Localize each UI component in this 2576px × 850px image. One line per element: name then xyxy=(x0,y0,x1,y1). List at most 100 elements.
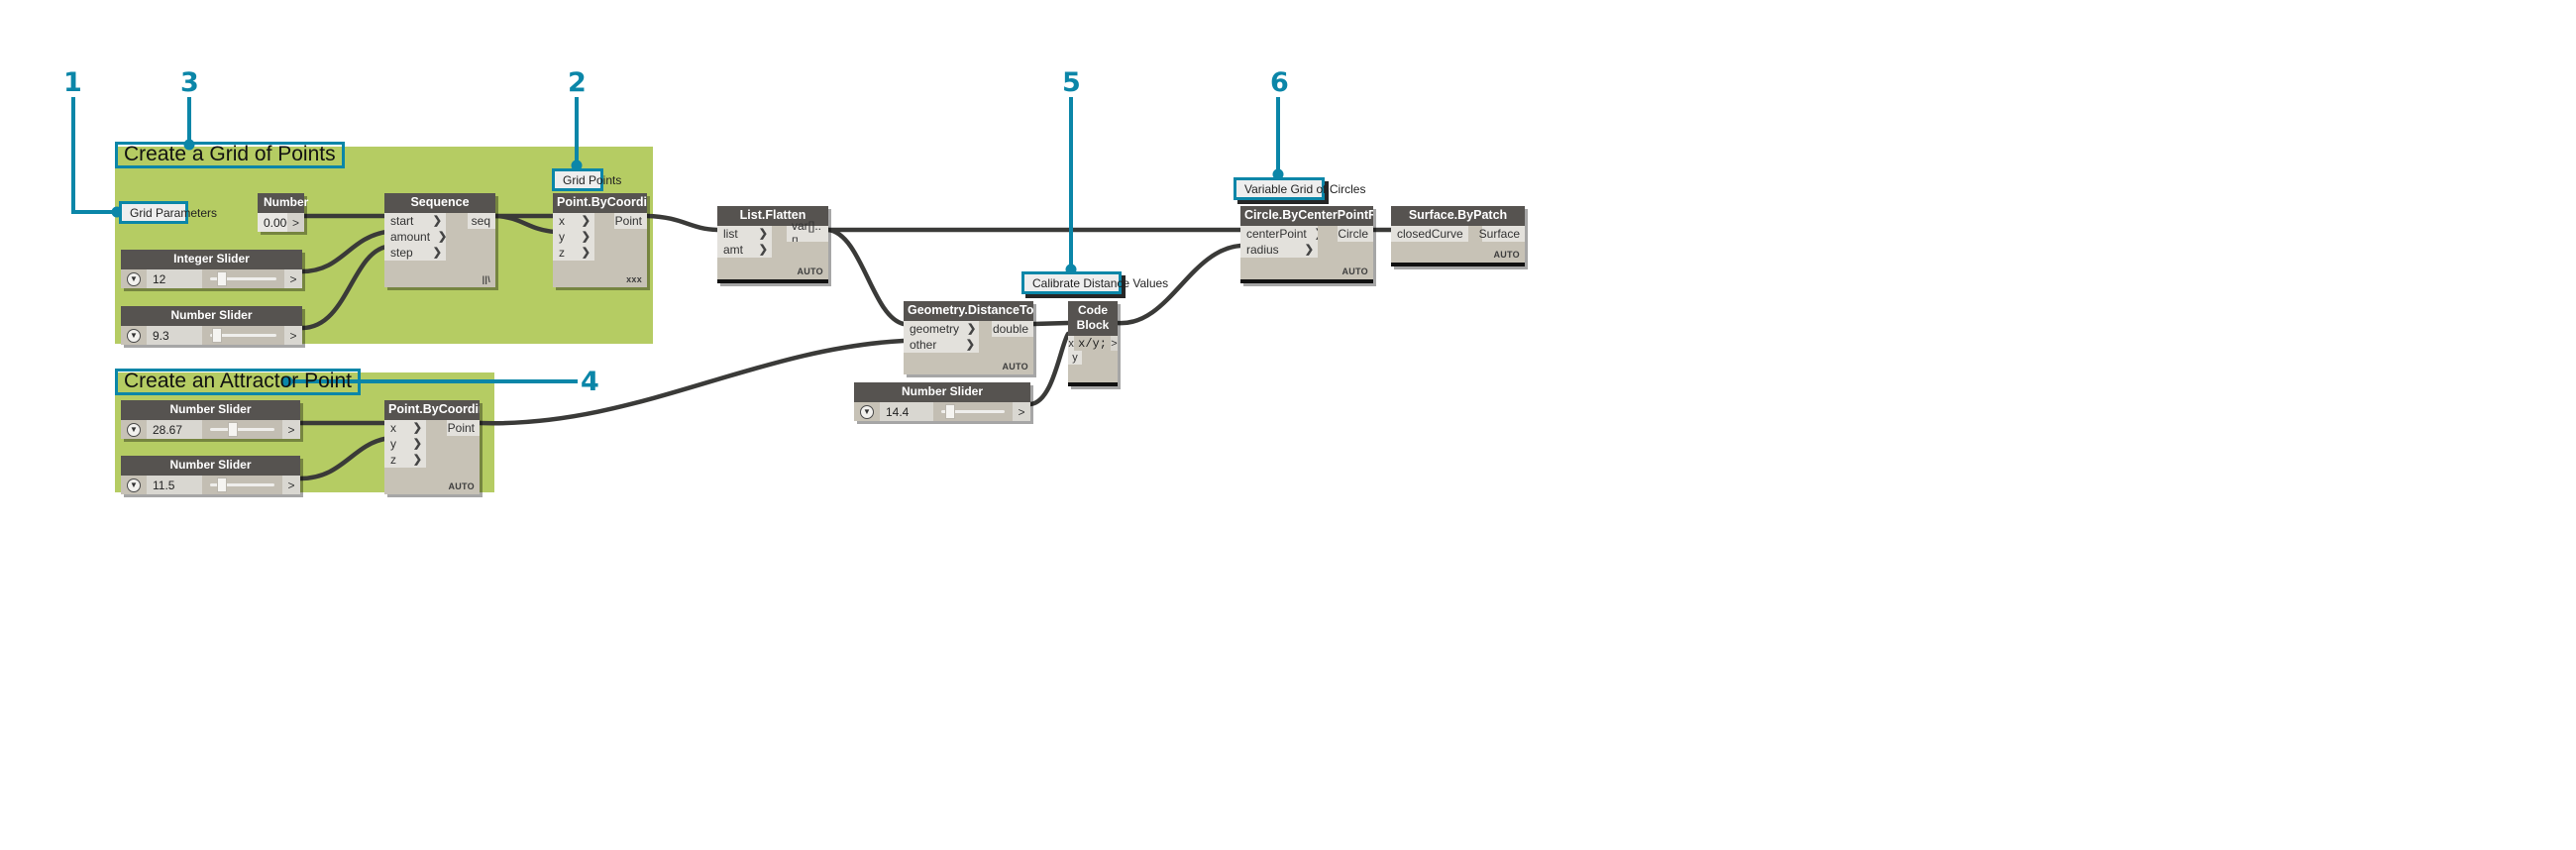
sequence-input-step[interactable]: step ❯ xyxy=(384,245,446,261)
number-slider-attr-x-thumb[interactable] xyxy=(227,422,238,437)
list-flatten-input-list[interactable]: list ❯ xyxy=(717,226,772,242)
code-block-selection-bar xyxy=(1068,382,1118,386)
integer-slider-output-port[interactable]: > xyxy=(284,269,302,288)
sequence-input-start-label: start xyxy=(390,214,414,228)
number-slider-grid-expand-button[interactable]: ▼ xyxy=(121,326,147,345)
sequence-input-amount[interactable]: amount ❯ xyxy=(384,229,447,245)
sequence-output-seq[interactable]: seq xyxy=(468,213,495,229)
number-slider-grid-output-port[interactable]: > xyxy=(284,326,302,345)
circle-input-centerpoint[interactable]: centerPoint❯ xyxy=(1240,226,1324,242)
node-point-bycoordinates-attractor[interactable]: Point.ByCoordinates x❯ Point y❯ z❯ xyxy=(384,400,480,494)
point-grid-input-y[interactable]: y ❯ xyxy=(553,229,594,245)
sequence-input-start[interactable]: start ❯ xyxy=(384,213,446,229)
circle-mid xyxy=(1318,226,1338,242)
number-slider-attr-y-thumb[interactable] xyxy=(216,478,227,492)
chevron-right-icon: ❯ xyxy=(432,215,442,227)
number-slider-calibrate-track[interactable] xyxy=(933,402,1013,421)
sequence-lacing-indicator[interactable]: ||\ xyxy=(384,272,495,287)
note-calibrate-distance-values[interactable]: Calibrate Distance Values xyxy=(1021,271,1168,294)
node-number-output-port[interactable]: > xyxy=(287,213,304,232)
circle-lacing-indicator[interactable]: AUTO xyxy=(1240,265,1373,279)
node-number-slider-calibrate[interactable]: Number Slider ▼ 14.4 > xyxy=(854,382,1030,421)
surface-output-surface[interactable]: Surface xyxy=(1479,226,1525,242)
number-slider-attr-x-track[interactable] xyxy=(202,420,282,439)
circle-input-radius[interactable]: radius ❯ xyxy=(1240,242,1318,258)
chevron-down-icon: ▼ xyxy=(127,478,141,492)
integer-slider-thumb[interactable] xyxy=(216,271,227,286)
sequence-input-step-label: step xyxy=(390,246,413,260)
point-attr-input-x-label: x xyxy=(390,421,396,435)
point-attr-input-z[interactable]: z ❯ xyxy=(384,452,426,468)
chevron-right-icon: ❯ xyxy=(412,422,422,434)
list-flatten-output-var[interactable]: var[]..[] xyxy=(787,219,828,249)
list-flatten-lacing-indicator[interactable]: AUTO xyxy=(717,265,828,279)
point-attr-output-point[interactable]: Point xyxy=(447,420,480,436)
dynamo-canvas[interactable]: 1 3 2 5 6 4 Create a Grid of Points Crea… xyxy=(0,0,2576,850)
number-slider-calibrate-value[interactable]: 14.4 xyxy=(880,402,933,421)
list-flatten-input-amt[interactable]: amt ❯ xyxy=(717,242,772,258)
node-surface-bypatch[interactable]: Surface.ByPatch closedCurve❯ Surface AUT… xyxy=(1391,206,1525,266)
number-slider-attr-y-output-port[interactable]: > xyxy=(282,476,300,494)
chevron-right-icon: ❯ xyxy=(581,247,590,259)
note-grid-points[interactable]: Grid Points xyxy=(552,168,621,191)
note-grid-parameters[interactable]: Grid Parameters xyxy=(119,201,217,224)
point-attr-input-y-label: y xyxy=(390,437,396,451)
geometry-distanceto-mid xyxy=(979,321,992,337)
geometry-distanceto-output-double[interactable]: double xyxy=(992,321,1033,337)
node-geometry-distanceto[interactable]: Geometry.DistanceTo geometry ❯ double oth… xyxy=(904,301,1033,374)
point-attr-input-y[interactable]: y ❯ xyxy=(384,436,426,452)
geometry-distanceto-lacing-indicator[interactable]: AUTO xyxy=(904,360,1033,374)
geometry-distanceto-input-other[interactable]: other ❯ xyxy=(904,337,979,353)
node-integer-slider[interactable]: Integer Slider ▼ 12 > xyxy=(121,250,302,288)
point-attr-lacing-indicator[interactable]: AUTO xyxy=(384,479,480,494)
integer-slider-value[interactable]: 12 xyxy=(147,269,202,288)
circle-selection-bar xyxy=(1240,279,1373,283)
node-number-slider-attractor-x[interactable]: Number Slider ▼ 28.67 > xyxy=(121,400,300,439)
number-slider-attr-x-value[interactable]: 28.67 xyxy=(147,420,202,439)
node-number-value[interactable]: 0.000 xyxy=(258,213,293,232)
point-bycoordinates-attr-title: Point.ByCoordinates xyxy=(384,400,480,420)
chevron-right-icon: ❯ xyxy=(581,215,590,227)
point-grid-lacing-indicator[interactable]: xxx xyxy=(553,272,647,287)
integer-slider-track[interactable] xyxy=(202,269,284,288)
sequence-mid xyxy=(446,213,468,229)
number-slider-grid-thumb[interactable] xyxy=(211,328,222,343)
note-variable-grid-of-circles[interactable]: Variable Grid of Circles xyxy=(1234,177,1365,200)
point-grid-output-point[interactable]: Point xyxy=(614,213,647,229)
code-block-filler xyxy=(1082,351,1118,365)
node-sequence[interactable]: Sequence start ❯ seq amount ❯ step ❯ ||\ xyxy=(384,193,495,287)
surface-input-closedcurve-label: closedCurve xyxy=(1397,227,1463,241)
number-slider-grid-value[interactable]: 9.3 xyxy=(147,326,202,345)
integer-slider-expand-button[interactable]: ▼ xyxy=(121,269,147,288)
number-slider-grid-track[interactable] xyxy=(202,326,284,345)
code-block-code-editor[interactable]: x/y; xyxy=(1074,336,1111,351)
circle-output-circle[interactable]: Circle xyxy=(1338,226,1373,242)
node-point-bycoordinates-grid[interactable]: Point.ByCoordinates x❯ Point y❯ z❯ xyxy=(553,193,647,287)
surface-lacing-indicator[interactable]: AUTO xyxy=(1391,248,1525,263)
node-list-flatten[interactable]: List.Flatten list❯ var[]..[] amt❯ AUTO xyxy=(717,206,828,283)
node-number-slider-attractor-y[interactable]: Number Slider ▼ 11.5 > xyxy=(121,456,300,494)
group-title-create-attractor-point[interactable]: Create an Attractor Point xyxy=(115,369,361,395)
node-code-block[interactable]: Code Block x x/y; > y xyxy=(1068,301,1118,386)
point-attr-input-x[interactable]: x ❯ xyxy=(384,420,426,436)
number-slider-attr-y-value[interactable]: 11.5 xyxy=(147,476,202,494)
point-grid-input-x[interactable]: x ❯ xyxy=(553,213,594,229)
point-grid-input-z[interactable]: z ❯ xyxy=(553,245,594,261)
number-slider-attr-x-expand-button[interactable]: ▼ xyxy=(121,420,147,439)
number-slider-calibrate-thumb[interactable] xyxy=(945,404,955,419)
number-slider-attr-y-track[interactable] xyxy=(202,476,282,494)
chevron-right-icon: ❯ xyxy=(1304,244,1314,256)
code-block-output-port[interactable]: > xyxy=(1110,336,1118,351)
node-number[interactable]: Number 0.000 > xyxy=(258,193,308,232)
number-slider-attr-y-expand-button[interactable]: ▼ xyxy=(121,476,147,494)
number-slider-calibrate-expand-button[interactable]: ▼ xyxy=(854,402,880,421)
node-circle-bycenterpointradius[interactable]: Circle.ByCenterPointRadius centerPoint❯ … xyxy=(1240,206,1373,283)
number-slider-calibrate-output-port[interactable]: > xyxy=(1013,402,1030,421)
surface-input-closedcurve[interactable]: closedCurve❯ xyxy=(1391,226,1480,242)
geometry-distanceto-input-geometry[interactable]: geometry ❯ xyxy=(904,321,979,337)
node-number-slider-grid[interactable]: Number Slider ▼ 9.3 > xyxy=(121,306,302,345)
code-block-input-y[interactable]: y xyxy=(1068,351,1082,365)
list-flatten-mid xyxy=(772,226,787,242)
group-title-create-grid-of-points[interactable]: Create a Grid of Points xyxy=(115,142,345,168)
number-slider-attr-x-output-port[interactable]: > xyxy=(282,420,300,439)
